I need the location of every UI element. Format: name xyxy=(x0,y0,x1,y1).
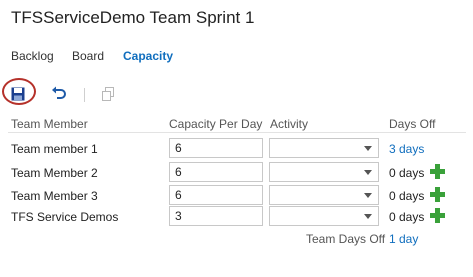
save-button[interactable] xyxy=(6,82,30,106)
chevron-down-icon xyxy=(364,170,372,175)
tab-backlog[interactable]: Backlog xyxy=(11,49,54,63)
activity-dropdown[interactable] xyxy=(269,162,379,182)
capacity-input[interactable] xyxy=(169,138,263,158)
days-off-value: 0 days xyxy=(389,210,425,224)
tab-capacity[interactable]: Capacity xyxy=(123,49,173,63)
chevron-down-icon xyxy=(364,193,372,198)
activity-dropdown[interactable] xyxy=(269,185,379,205)
copy-icon xyxy=(102,87,114,101)
header-days-off: Days Off xyxy=(389,117,436,131)
save-icon xyxy=(11,87,25,101)
days-off-value: 0 days xyxy=(389,166,425,180)
capacity-input[interactable] xyxy=(169,162,263,182)
header-activity: Activity xyxy=(270,117,309,131)
chevron-down-icon xyxy=(364,146,372,151)
table-row: Team member 1 3 days xyxy=(0,138,473,160)
add-days-off-icon[interactable] xyxy=(430,187,445,202)
page-title: TFSServiceDemo Team Sprint 1 xyxy=(11,8,255,27)
team-days-off-label: Team Days Off xyxy=(306,232,386,246)
member-name: TFS Service Demos xyxy=(11,210,119,224)
capacity-input[interactable] xyxy=(169,185,263,205)
days-off-value: 0 days xyxy=(389,189,425,203)
member-name: Team Member 3 xyxy=(11,189,98,203)
days-off-link[interactable]: 3 days xyxy=(389,142,424,156)
copy-button[interactable] xyxy=(96,82,120,106)
table-row: Team Member 3 0 days xyxy=(0,185,473,207)
toolbar-separator xyxy=(84,88,85,102)
team-days-off-link[interactable]: 1 day xyxy=(389,232,418,246)
tab-board[interactable]: Board xyxy=(72,49,104,63)
undo-icon xyxy=(52,86,66,99)
activity-dropdown[interactable] xyxy=(269,138,379,158)
member-name: Team member 1 xyxy=(11,142,98,156)
toolbar xyxy=(0,78,473,108)
undo-button[interactable] xyxy=(47,82,71,106)
add-days-off-icon[interactable] xyxy=(430,164,445,179)
header-team-member: Team Member xyxy=(11,117,88,131)
capacity-input[interactable] xyxy=(169,206,263,226)
chevron-down-icon xyxy=(364,214,372,219)
member-name: Team Member 2 xyxy=(11,166,98,180)
add-days-off-icon[interactable] xyxy=(430,208,445,223)
table-row: TFS Service Demos 0 days xyxy=(0,206,473,228)
header-divider xyxy=(8,132,466,133)
activity-dropdown[interactable] xyxy=(269,206,379,226)
table-row: Team Member 2 0 days xyxy=(0,162,473,184)
header-capacity-per-day: Capacity Per Day xyxy=(169,117,263,131)
